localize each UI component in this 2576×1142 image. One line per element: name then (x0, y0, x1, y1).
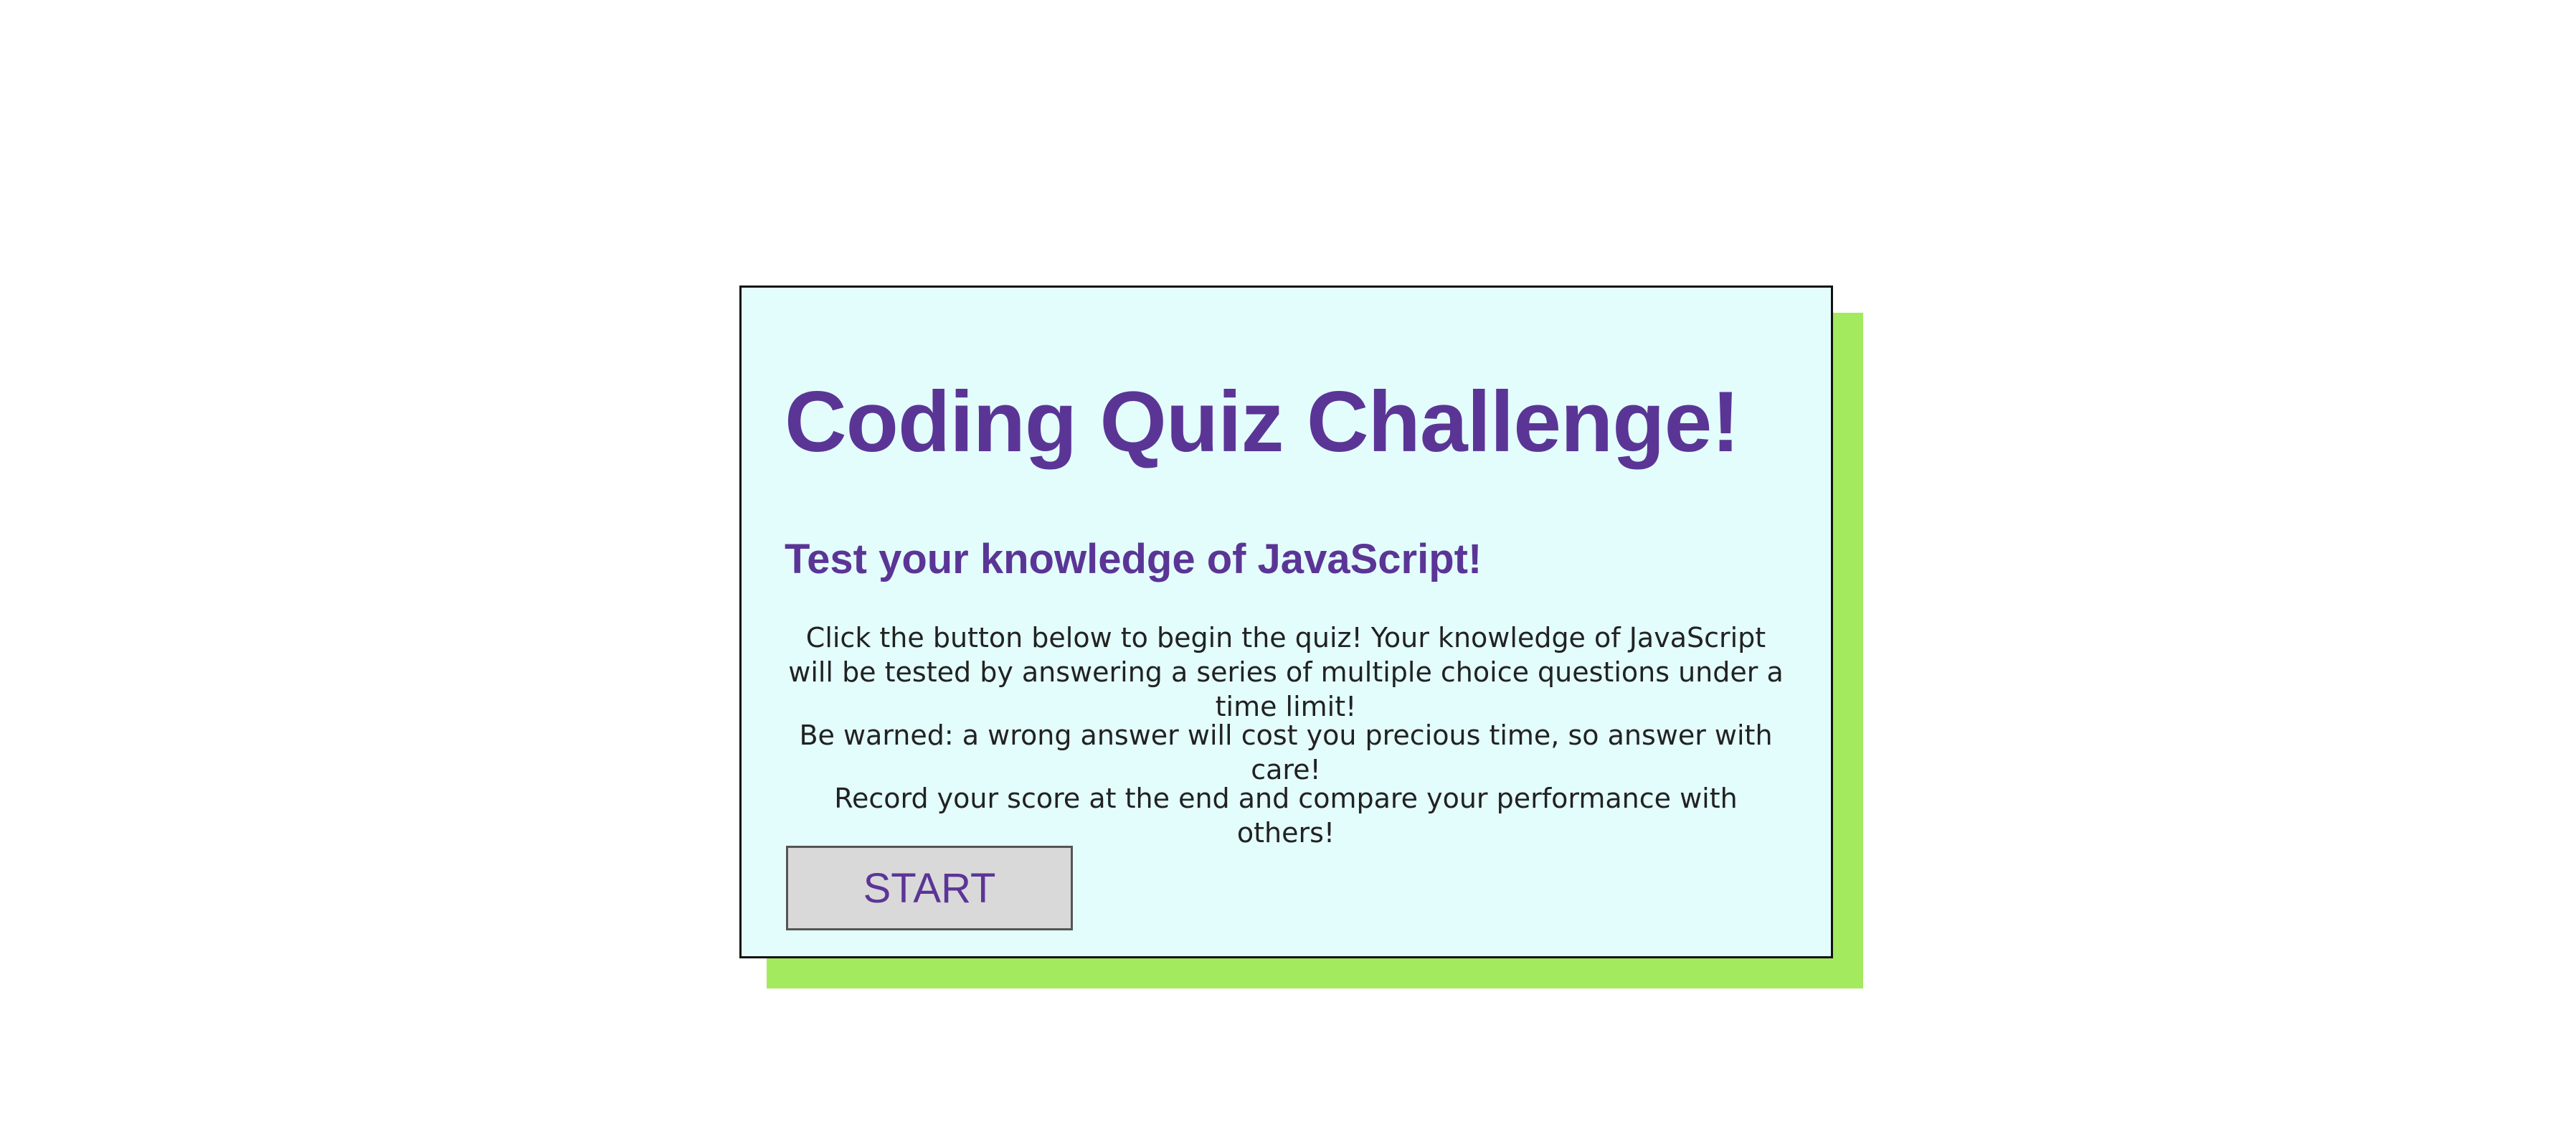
page-title: Coding Quiz Challenge! (785, 374, 1740, 470)
start-button[interactable]: START (786, 846, 1073, 930)
score-paragraph: Record your score at the end and compare… (834, 783, 1738, 849)
quiz-intro-card: Coding Quiz Challenge! Test your knowled… (739, 286, 1833, 958)
instructions-paragraph: Click the button below to begin the quiz… (788, 622, 1784, 722)
warning-paragraph: Be warned: a wrong answer will cost you … (799, 719, 1773, 785)
quiz-subtitle: Test your knowledge of JavaScript! (785, 536, 1482, 582)
page: Coding Quiz Challenge! Test your knowled… (0, 0, 2576, 1142)
